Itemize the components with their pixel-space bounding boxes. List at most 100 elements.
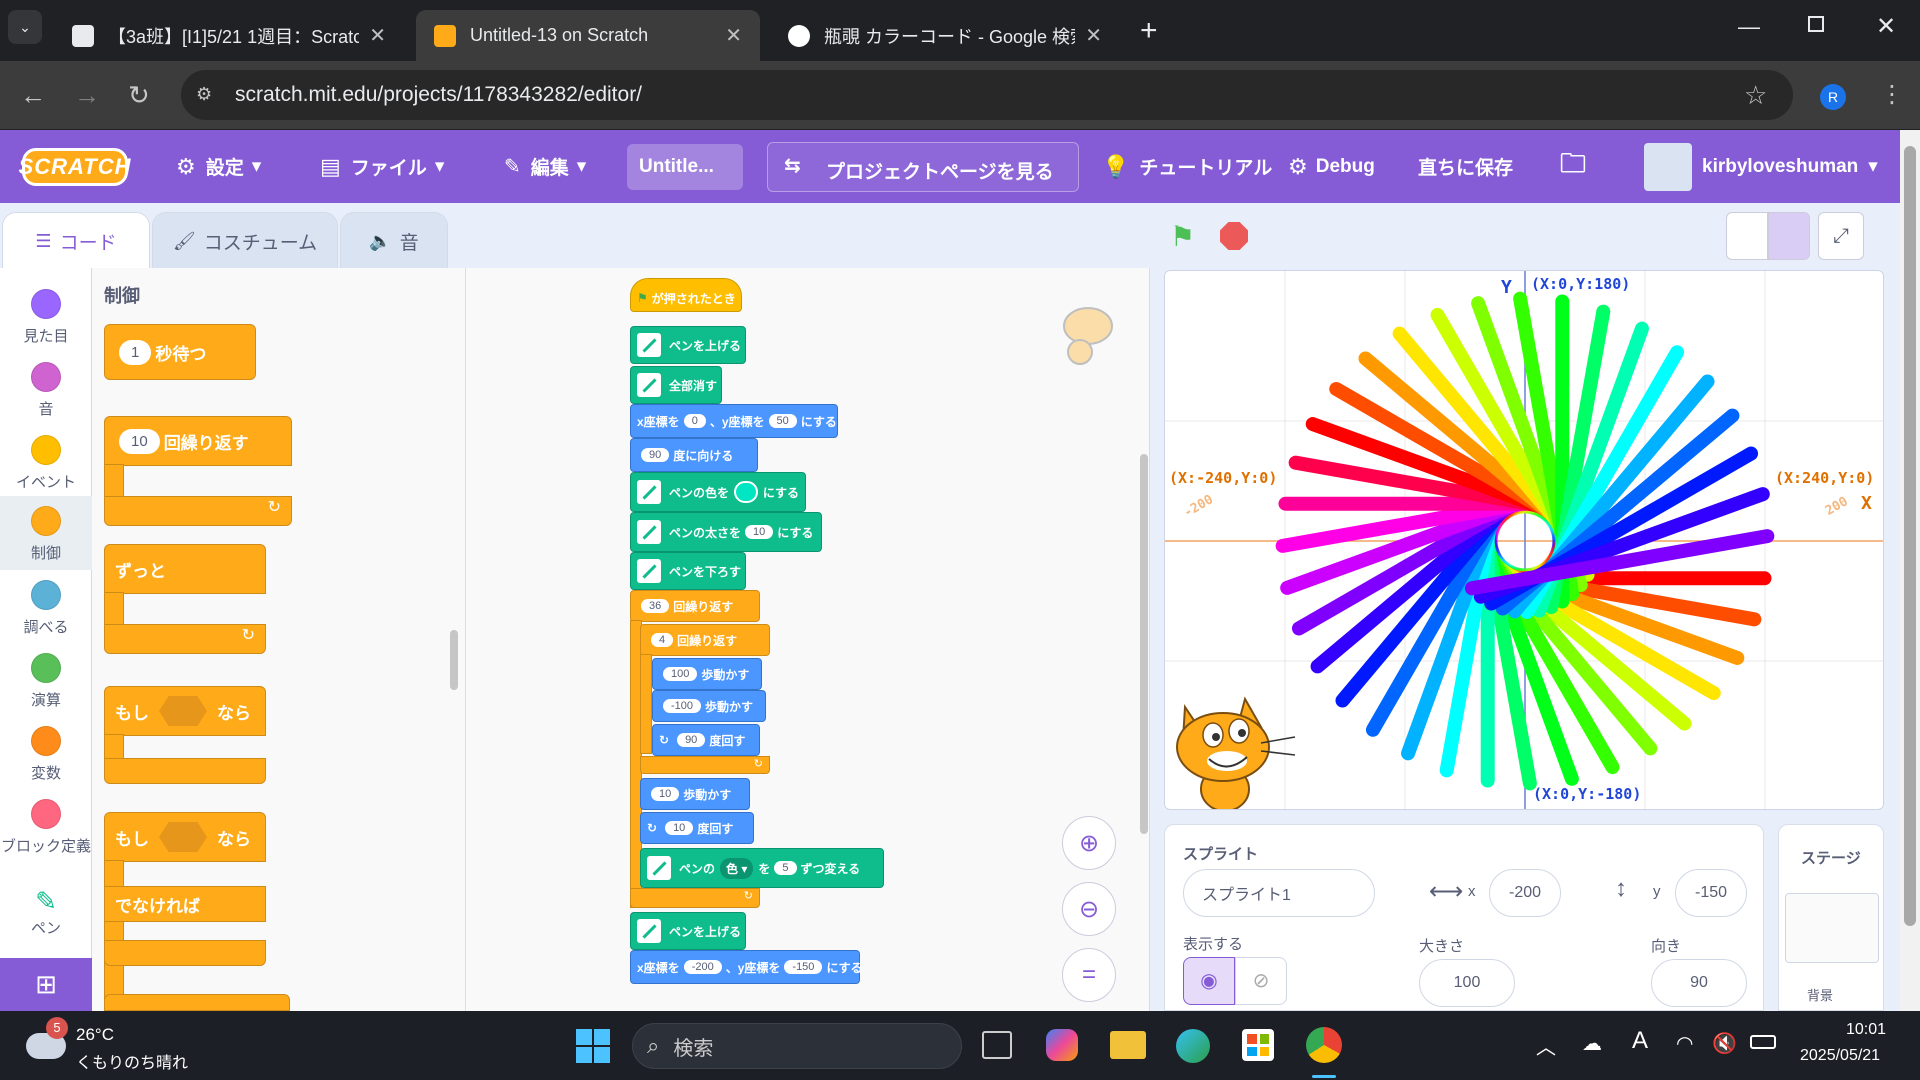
turn-90-block[interactable]: ↻ 90 度回す	[652, 724, 760, 756]
steps-input[interactable]: 10	[651, 787, 680, 801]
my-stuff-folder-icon[interactable]: 🗀	[1560, 130, 1586, 203]
condition-slot[interactable]	[159, 696, 207, 726]
move-minus-100-block[interactable]: -100 歩動かす	[652, 690, 766, 722]
close-tab-icon[interactable]: ✕	[1085, 23, 1102, 48]
minimize-icon[interactable]: —	[1738, 14, 1760, 40]
wifi-icon[interactable]: ◠	[1676, 1031, 1693, 1056]
repeat-block[interactable]: 10 回繰り返す	[104, 416, 292, 466]
edit-menu[interactable]: ✎ 編集 ▾	[504, 130, 586, 203]
color-swatch[interactable]	[734, 481, 758, 503]
show-hidden-button[interactable]: ⊘	[1235, 957, 1287, 1005]
move-10-block[interactable]: 10 歩動かす	[640, 778, 750, 810]
forward-icon[interactable]: →	[74, 80, 100, 111]
scratch-logo[interactable]: SCRATCH	[19, 148, 130, 186]
direction-input[interactable]: 90	[1651, 959, 1747, 1007]
if-block[interactable]: もし なら	[104, 686, 266, 736]
scroll-thumb[interactable]	[1904, 146, 1916, 926]
pen-param-dropdown[interactable]: 色 ▾	[720, 857, 754, 879]
stage-thumbnail[interactable]	[1785, 893, 1879, 963]
volume-muted-icon[interactable]: 🔇	[1712, 1031, 1737, 1056]
zoom-reset-button[interactable]: =	[1062, 948, 1116, 1002]
wait-block[interactable]: 1 秒待つ	[104, 324, 256, 380]
clock-date[interactable]: 2025/05/21	[1800, 1047, 1880, 1065]
zoom-in-button[interactable]: ⊕	[1062, 816, 1116, 870]
green-flag-button[interactable]: ⚑	[1170, 220, 1195, 253]
forever-block[interactable]: ずっと	[104, 544, 266, 594]
turn-10-block[interactable]: ↻ 10 度回す	[640, 812, 754, 844]
repeat-count-input[interactable]: 4	[651, 633, 674, 647]
repeat-4-block[interactable]: 4 回繰り返す	[640, 624, 770, 656]
steps-input[interactable]: 100	[663, 667, 698, 681]
stage-selector-pane[interactable]: ステージ 背景	[1778, 824, 1884, 1011]
back-icon[interactable]: ←	[20, 80, 46, 111]
wait-input[interactable]: 1	[119, 339, 152, 365]
pen-up-block-end[interactable]: ペンを上げる	[630, 912, 746, 950]
palette-scrollbar[interactable]	[450, 630, 458, 690]
close-tab-icon[interactable]: ✕	[725, 23, 742, 48]
edge-icon[interactable]	[1176, 1029, 1210, 1063]
degrees-input[interactable]: 10	[665, 821, 694, 835]
goto-xy-block-end[interactable]: x座標を -200 、y座標を -150 にする	[630, 950, 863, 984]
normal-stage-button[interactable]	[1768, 212, 1810, 260]
category-pen[interactable]: ✎ ペン	[0, 878, 92, 950]
debug-button[interactable]: ⚙ Debug	[1288, 130, 1375, 203]
browser-tab-classroom[interactable]: 【3a班】[I1]5/21 1週目：Scratch ✕	[54, 10, 404, 61]
category-operators[interactable]: 演算	[0, 643, 92, 715]
condition-slot[interactable]	[159, 822, 207, 852]
copilot-icon[interactable]	[1046, 1029, 1078, 1061]
fullscreen-icon[interactable]: ⤢	[1818, 212, 1864, 260]
steps-input[interactable]: -100	[663, 699, 702, 713]
file-menu[interactable]: ▤ ファイル ▾	[320, 130, 444, 203]
page-scrollbar[interactable]	[1900, 130, 1920, 1011]
change-pen-color-block[interactable]: ペンの色 ▾ を 5 ずつ変える	[640, 848, 884, 888]
close-window-icon[interactable]: ✕	[1876, 12, 1896, 41]
set-pen-size-block[interactable]: ペンの太さを 10 にする	[630, 512, 822, 552]
category-my-blocks[interactable]: ブロック定義	[0, 789, 92, 879]
direction-input[interactable]: 90	[641, 448, 670, 462]
category-control[interactable]: 制御	[0, 496, 92, 570]
y-input[interactable]: -150	[784, 960, 823, 974]
new-tab-button[interactable]: +	[1140, 14, 1158, 48]
tutorial-button[interactable]: 💡 チュートリアル	[1102, 130, 1272, 203]
category-looks[interactable]: 見た目	[0, 279, 92, 351]
onedrive-icon[interactable]: ☁	[1582, 1031, 1602, 1056]
clock-time[interactable]: 10:01	[1846, 1021, 1886, 1039]
category-sensing[interactable]: 調べる	[0, 570, 92, 642]
script-scrollbar[interactable]	[1140, 454, 1148, 834]
sprite-name-input[interactable]: スプライト1	[1183, 869, 1375, 917]
restore-icon[interactable]	[1808, 16, 1824, 32]
category-sound[interactable]: 音	[0, 352, 92, 424]
size-input[interactable]: 100	[1419, 959, 1515, 1007]
x-input[interactable]: -200	[1489, 869, 1561, 917]
category-events[interactable]: イベント	[0, 425, 92, 497]
scratch-cat-sprite[interactable]	[1165, 689, 1301, 810]
show-visible-button[interactable]: ◉	[1183, 957, 1235, 1005]
settings-menu[interactable]: ⚙ 設定 ▾	[176, 130, 261, 203]
tab-list-button[interactable]: ⌄	[8, 10, 42, 44]
point-in-direction-block[interactable]: 90 度に向ける	[630, 438, 758, 472]
repeat-input[interactable]: 10	[119, 428, 160, 454]
size-input[interactable]: 10	[745, 525, 774, 539]
chrome-icon[interactable]	[1306, 1027, 1342, 1063]
see-project-page-button[interactable]: ⇆ プロジェクトページを見る	[767, 142, 1079, 192]
y-input[interactable]: 50	[768, 414, 797, 428]
address-bar[interactable]: scratch.mit.edu/projects/1178343282/edit…	[181, 70, 1793, 120]
site-info-icon[interactable]: ⚙	[196, 84, 212, 105]
set-pen-color-block[interactable]: ペンの色を にする	[630, 472, 806, 512]
add-extension-button[interactable]: ⊞	[0, 958, 92, 1011]
close-tab-icon[interactable]: ✕	[369, 23, 386, 48]
degrees-input[interactable]: 90	[677, 733, 706, 747]
battery-icon[interactable]	[1750, 1035, 1776, 1049]
tab-costume[interactable]: 🖌 コスチューム	[152, 212, 338, 270]
move-100-block[interactable]: 100 歩動かす	[652, 658, 762, 690]
browser-tab-google[interactable]: 瓶覗 カラーコード - Google 検索 ✕	[770, 10, 1120, 61]
goto-xy-block[interactable]: x座標を 0 、y座標を 50 にする	[630, 404, 838, 438]
x-input[interactable]: 0	[683, 414, 706, 428]
stage-canvas[interactable]: (X:0,Y:180) (X:-240,Y:0) (X:240,Y:0) (X:…	[1164, 270, 1884, 810]
ime-icon[interactable]: A	[1632, 1027, 1648, 1055]
zoom-out-button[interactable]: ⊖	[1062, 882, 1116, 936]
task-view-icon[interactable]	[982, 1031, 1012, 1059]
tray-overflow-icon[interactable]: ︿	[1536, 1031, 1556, 1060]
small-stage-button[interactable]	[1726, 212, 1768, 260]
tab-code[interactable]: ☰ コード	[2, 212, 150, 270]
